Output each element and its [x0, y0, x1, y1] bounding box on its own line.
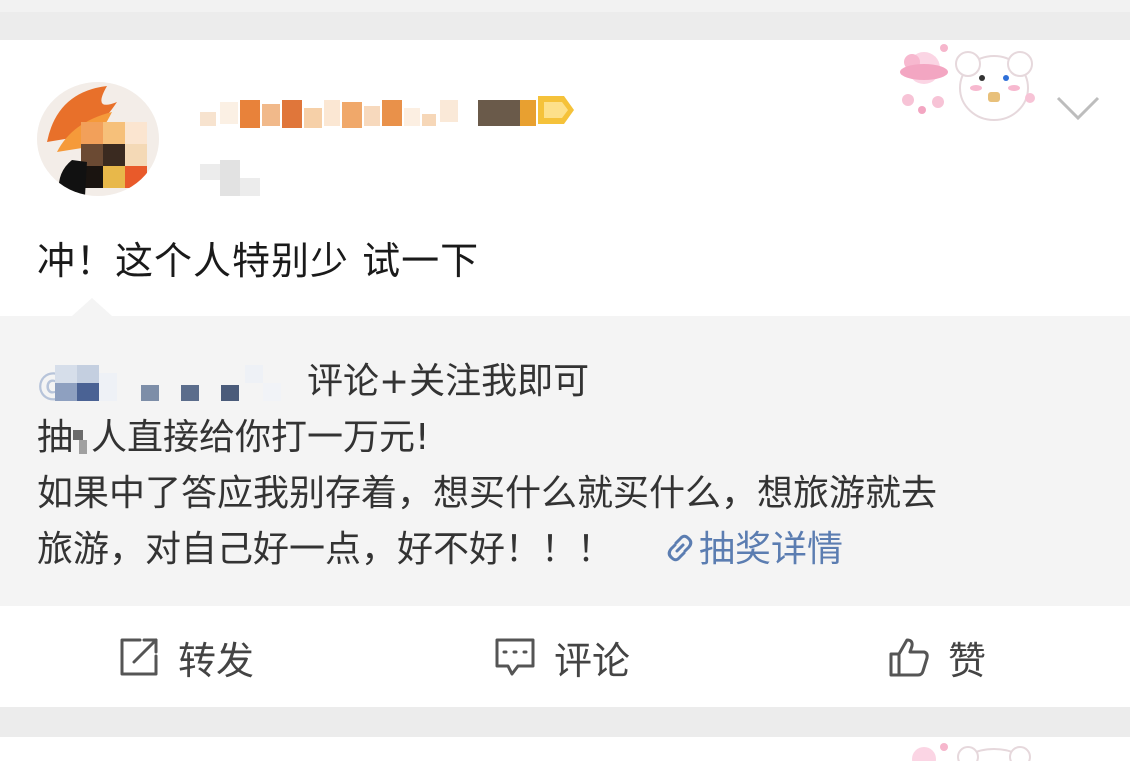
repost-line-1-text: 评论+关注我即可	[307, 361, 590, 402]
reposted-content[interactable]: @ 评论+关注我即可 抽 人直接给你打一万元! 如果中了答应我别存着，想买什么就…	[0, 298, 1130, 606]
action-bar: 转发 评论 赞	[0, 606, 1130, 707]
avatar[interactable]	[37, 82, 159, 196]
feed-separator-top	[0, 0, 1130, 40]
vip-badge-icon	[536, 92, 576, 128]
text-redacted	[73, 421, 91, 457]
repost-line-1: @ 评论+关注我即可	[37, 354, 1097, 410]
repost-line-4: 旅游，对自己好一点，好不好！！！ 抽奖详情	[37, 522, 1097, 578]
mention-redacted[interactable]: @	[37, 363, 307, 403]
post-text: 冲！这个人特别少 试一下	[37, 239, 480, 283]
comment-icon	[495, 638, 535, 676]
username-redacted[interactable]	[200, 98, 580, 134]
repost-label: 转发	[178, 638, 255, 683]
weibo-post-card[interactable]: 冲！这个人特别少 试一下 @ 评论+关注我即可 抽 人直接给你打一万元! 如果中…	[0, 40, 1130, 707]
comment-button[interactable]: 评论	[494, 633, 630, 683]
comment-label: 评论	[554, 638, 631, 683]
chevron-down-icon[interactable]	[1054, 90, 1102, 124]
decoration-sticker	[898, 739, 1038, 761]
repost-notch	[72, 298, 112, 316]
like-button[interactable]: 赞	[888, 633, 986, 683]
repost-icon	[120, 638, 158, 676]
lottery-detail-link[interactable]: 抽奖详情	[663, 529, 843, 570]
post-meta-redacted	[200, 160, 260, 196]
thumbs-up-icon	[889, 638, 929, 677]
repost-button[interactable]: 转发	[118, 633, 254, 683]
next-post-card[interactable]	[0, 737, 1130, 761]
repost-line-3: 如果中了答应我别存着，想买什么就买什么，想旅游就去	[37, 473, 938, 514]
feed-separator-bottom	[0, 707, 1130, 737]
like-label: 赞	[948, 638, 987, 683]
link-icon	[663, 526, 697, 562]
repost-line-2: 抽人直接给你打一万元!	[37, 417, 430, 458]
feed-page: 冲！这个人特别少 试一下 @ 评论+关注我即可 抽 人直接给你打一万元! 如果中…	[0, 0, 1130, 761]
decoration-sticker	[898, 42, 1038, 126]
